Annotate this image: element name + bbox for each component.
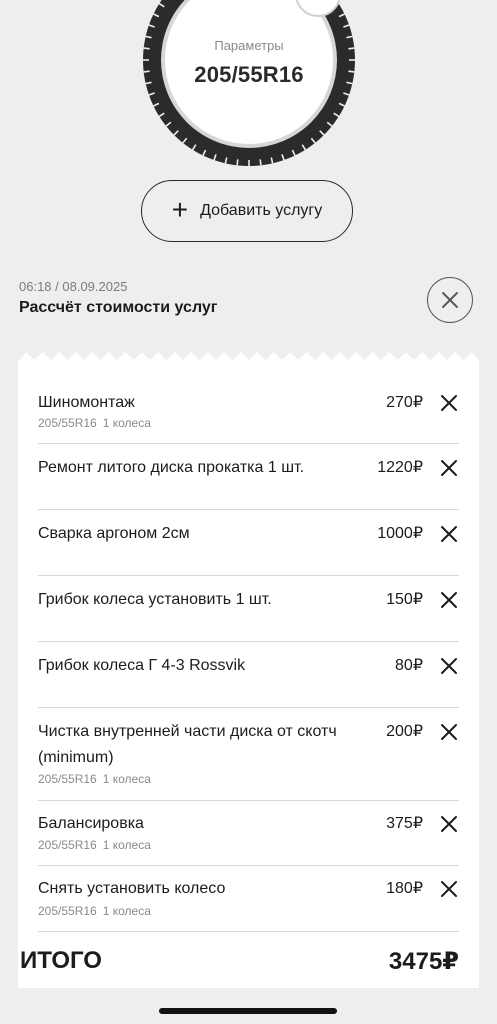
remove-item-icon[interactable] — [439, 458, 459, 478]
receipt-card: Шиномонтаж 205/55R16 1 колеса 270₽ Ремонт… — [18, 360, 479, 988]
service-qty: 1 колеса — [102, 416, 151, 430]
service-price: 375₽ — [386, 815, 423, 832]
plus-icon: + — [171, 193, 189, 225]
service-details: 205/55R16 1 колеса — [38, 904, 151, 918]
service-name: Грибок колеса установить 1 шт. — [38, 591, 272, 608]
service-name: Балансировка — [38, 815, 144, 832]
add-service-label: Добавить услугу — [200, 202, 323, 219]
service-price: 1220₽ — [377, 459, 423, 476]
divider — [38, 509, 459, 510]
service-details: 205/55R16 1 колеса — [38, 838, 151, 852]
remove-item-icon[interactable] — [439, 656, 459, 676]
remove-item-icon[interactable] — [439, 814, 459, 834]
divider — [38, 443, 459, 444]
service-name: Шиномонтаж — [38, 394, 135, 411]
remove-item-icon[interactable] — [439, 393, 459, 413]
calc-datetime: 06:18 / 08.09.2025 — [19, 279, 128, 294]
close-icon — [442, 292, 458, 308]
remove-item-icon[interactable] — [439, 879, 459, 899]
divider — [38, 641, 459, 642]
tire-graphic: Параметры 205/55R16 — [0, 0, 497, 172]
service-name: Чистка внутренней части диска от скотч (… — [38, 723, 337, 766]
service-qty: 1 колеса — [102, 772, 151, 786]
service-details: 205/55R16 1 колеса — [38, 416, 151, 430]
divider — [38, 931, 459, 932]
service-price: 200₽ — [386, 723, 423, 740]
divider — [38, 865, 459, 866]
service-size: 205/55R16 — [38, 838, 97, 852]
remove-item-icon[interactable] — [439, 590, 459, 610]
service-details: 205/55R16 1 колеса — [38, 772, 151, 786]
total-label: ИТОГО — [20, 947, 102, 974]
service-size: 205/55R16 — [38, 416, 97, 430]
service-qty: 1 колеса — [102, 838, 151, 852]
params-value: 205/55R16 — [194, 62, 304, 87]
service-price: 270₽ — [386, 394, 423, 411]
total-value: 3475₽ — [388, 948, 459, 975]
service-size: 205/55R16 — [38, 772, 97, 786]
home-indicator[interactable] — [159, 1008, 337, 1014]
service-size: 205/55R16 — [38, 904, 97, 918]
calc-title: Рассчёт стоимости услуг — [19, 299, 218, 316]
service-price: 150₽ — [386, 591, 423, 608]
service-price: 180₽ — [386, 880, 423, 897]
divider — [38, 800, 459, 801]
service-name: Грибок колеса Г 4-3 Rossvik — [38, 657, 246, 674]
service-name: Снять установить колесо — [38, 880, 226, 897]
service-price: 1000₽ — [377, 525, 423, 542]
remove-item-icon[interactable] — [439, 722, 459, 742]
service-name: Сварка аргоном 2см — [38, 525, 190, 542]
add-service-button[interactable]: + Добавить услугу — [141, 180, 353, 242]
divider — [38, 707, 459, 708]
service-name: Ремонт литого диска прокатка 1 шт. — [38, 459, 305, 476]
divider — [38, 575, 459, 576]
service-qty: 1 колеса — [102, 904, 151, 918]
close-calc-button[interactable] — [427, 277, 473, 323]
params-label: Параметры — [214, 38, 284, 53]
service-price: 80₽ — [395, 657, 423, 674]
remove-item-icon[interactable] — [439, 524, 459, 544]
